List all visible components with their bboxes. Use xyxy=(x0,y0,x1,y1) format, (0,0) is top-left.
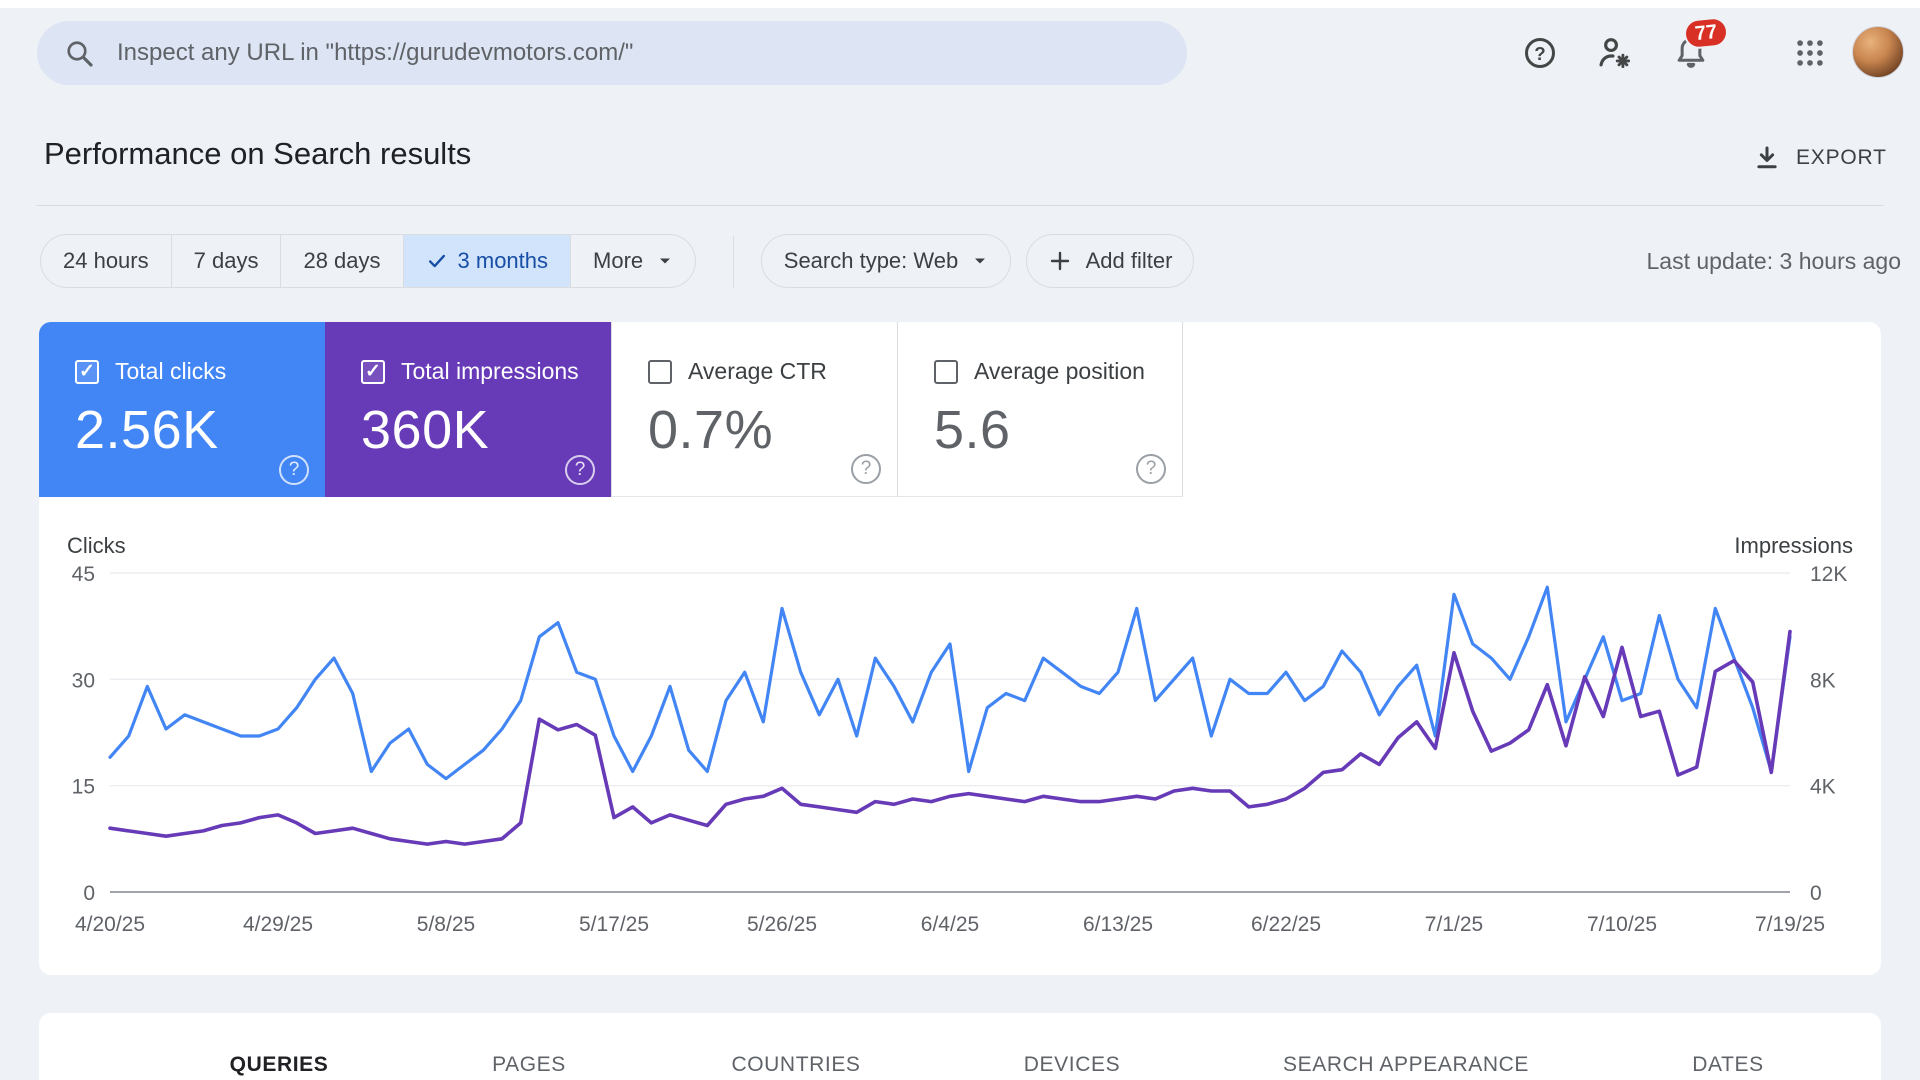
checkbox-total-impressions[interactable]: ✓ xyxy=(361,359,385,384)
x-axis-date-label: 7/10/25 xyxy=(1587,913,1657,936)
chevron-down-icon xyxy=(972,253,988,269)
help-icon[interactable]: ? xyxy=(1521,34,1559,72)
checkbox-average-ctr[interactable] xyxy=(648,359,672,384)
avatar[interactable] xyxy=(1852,26,1904,78)
x-axis-date-label: 6/13/25 xyxy=(1083,913,1153,936)
right-axis-tick: 8K xyxy=(1810,669,1836,692)
user-settings-icon[interactable] xyxy=(1596,34,1634,72)
export-label: EXPORT xyxy=(1796,146,1887,169)
left-axis-tick: 15 xyxy=(72,776,95,799)
x-axis-date-label: 6/4/25 xyxy=(921,913,979,936)
left-axis-title: Clicks xyxy=(67,533,126,558)
filter-row-separator xyxy=(733,236,734,288)
help-icon[interactable]: ? xyxy=(1136,454,1166,484)
right-axis-tick: 0 xyxy=(1810,882,1822,905)
tab-countries[interactable]: COUNTRIES xyxy=(731,1053,860,1077)
last-update-text: Last update: 3 hours ago xyxy=(1646,248,1901,274)
header-divider xyxy=(36,205,1884,206)
dimension-tabs-panel: QUERIES PAGES COUNTRIES DEVICES SEARCH A… xyxy=(39,1013,1881,1080)
top-edge xyxy=(0,0,1920,8)
check-icon xyxy=(426,250,448,272)
x-axis-date-label: 4/29/25 xyxy=(243,913,313,936)
metric-tile-average-position[interactable]: Average position 5.6 ? xyxy=(897,322,1183,497)
left-axis-tick: 30 xyxy=(72,669,95,692)
tab-dates[interactable]: DATES xyxy=(1692,1053,1763,1077)
right-axis-tick: 4K xyxy=(1810,776,1836,799)
add-filter-button[interactable]: Add filter xyxy=(1026,234,1194,288)
chevron-down-icon xyxy=(657,253,673,269)
chip-more[interactable]: More xyxy=(571,235,695,287)
x-axis-date-label: 5/8/25 xyxy=(417,913,475,936)
performance-line-chart[interactable]: Clicks Impressions 45 30 15 0 12K 8K 4K 0 4/20/25 4… xyxy=(39,497,1881,975)
url-inspect-search-bar[interactable]: Inspect any URL in "https://gurudevmotor… xyxy=(37,21,1187,85)
help-icon[interactable]: ? xyxy=(851,454,881,484)
export-button[interactable]: EXPORT xyxy=(1752,138,1887,178)
metric-value: 2.56K xyxy=(75,400,219,460)
plus-icon xyxy=(1048,249,1072,273)
metric-value: 0.7% xyxy=(648,400,774,460)
metric-tile-average-ctr[interactable]: Average CTR 0.7% ? xyxy=(611,322,897,497)
apps-grid-icon[interactable] xyxy=(1791,34,1829,72)
page-title: Performance on Search results xyxy=(44,136,472,171)
metric-value: 5.6 xyxy=(934,400,1011,460)
help-icon[interactable]: ? xyxy=(279,455,309,485)
x-axis-date-label: 7/19/25 xyxy=(1755,913,1825,936)
left-axis-tick: 0 xyxy=(83,882,95,905)
tab-pages[interactable]: PAGES xyxy=(492,1053,566,1077)
tab-devices[interactable]: DEVICES xyxy=(1024,1053,1120,1077)
x-axis-date-label: 7/1/25 xyxy=(1425,913,1483,936)
checkbox-average-position[interactable] xyxy=(934,359,958,384)
svg-text:?: ? xyxy=(1534,43,1545,64)
search-icon xyxy=(63,37,95,69)
series-line-total-clicks xyxy=(108,585,1792,781)
search-type-dropdown[interactable]: Search type: Web xyxy=(761,234,1011,288)
x-axis-date-label: 5/26/25 xyxy=(747,913,817,936)
performance-panel: ✓ Total clicks 2.56K ? ✓ Total impressio… xyxy=(39,322,1881,975)
x-axis-date-label: 6/22/25 xyxy=(1251,913,1321,936)
chip-28-days[interactable]: 28 days xyxy=(281,235,404,287)
tab-queries[interactable]: QUERIES xyxy=(230,1053,329,1077)
left-axis-tick: 45 xyxy=(72,563,95,586)
x-axis-date-label: 5/17/25 xyxy=(579,913,649,936)
right-axis-title: Impressions xyxy=(1734,533,1853,558)
x-axis-date-label: 4/20/25 xyxy=(75,913,145,936)
metric-tile-total-impressions[interactable]: ✓ Total impressions 360K ? xyxy=(325,322,611,497)
tab-search-appearance[interactable]: SEARCH APPEARANCE xyxy=(1283,1053,1529,1077)
notification-count-badge: 77 xyxy=(1682,15,1730,51)
chip-24-hours[interactable]: 24 hours xyxy=(41,235,172,287)
search-placeholder: Inspect any URL in "https://gurudevmotor… xyxy=(117,39,634,66)
help-icon[interactable]: ? xyxy=(565,455,595,485)
metric-value: 360K xyxy=(361,400,490,460)
metric-tile-total-clicks[interactable]: ✓ Total clicks 2.56K ? xyxy=(39,322,325,497)
chip-7-days[interactable]: 7 days xyxy=(172,235,282,287)
checkbox-total-clicks[interactable]: ✓ xyxy=(75,359,99,384)
chip-3-months[interactable]: 3 months xyxy=(403,235,572,287)
date-range-chip-group: 24 hours 7 days 28 days 3 months More xyxy=(40,234,697,288)
download-icon xyxy=(1752,143,1782,173)
right-axis-tick: 12K xyxy=(1810,563,1847,586)
